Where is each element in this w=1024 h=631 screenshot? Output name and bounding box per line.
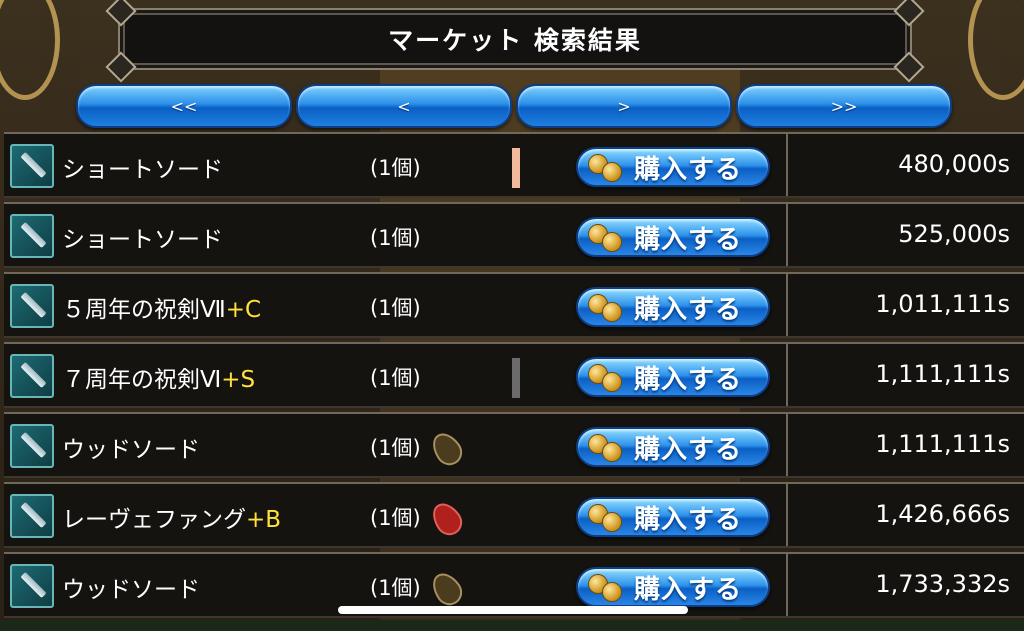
item-grade-suffix: +C [225, 297, 262, 323]
item-name: ５周年の祝剣Ⅶ+C [62, 290, 261, 324]
bottom-strip [0, 620, 1024, 631]
sword-icon [10, 494, 54, 538]
item-name: ショートソード [62, 150, 223, 184]
sword-icon [10, 424, 54, 468]
buy-button-label: 購入する [634, 154, 743, 185]
item-grade-suffix: +B [246, 507, 282, 533]
list-item[interactable]: ショートソード (1個) 購入する 525,000s [4, 202, 1024, 268]
column-divider [786, 134, 788, 196]
buy-button[interactable]: 購入する [576, 147, 770, 187]
item-quantity: (1個) [370, 436, 421, 460]
brown-seed-icon [426, 427, 468, 471]
coin-icon [588, 434, 622, 462]
column-divider [786, 274, 788, 336]
item-price: 1,011,111s [875, 290, 1010, 318]
status-marker [512, 358, 520, 398]
red-seed-icon [426, 497, 468, 541]
item-name-text: ウッドソード [62, 437, 200, 463]
buy-button[interactable]: 購入する [576, 357, 770, 397]
buy-button-label: 購入する [634, 434, 743, 465]
page-title-bar: マーケット 検索結果 [105, 0, 925, 83]
buy-button[interactable]: 購入する [576, 287, 770, 327]
coin-icon [588, 224, 622, 252]
item-name-text: ５周年の祝剣Ⅶ [62, 297, 226, 323]
page-title: マーケット 検索結果 [388, 26, 642, 55]
sword-icon [10, 284, 54, 328]
coin-icon [588, 294, 622, 322]
column-divider [786, 204, 788, 266]
first-page-button[interactable]: << [76, 84, 292, 128]
coin-icon [588, 154, 622, 182]
coin-icon [588, 364, 622, 392]
item-grade-suffix: +S [221, 367, 256, 393]
prev-page-button[interactable]: < [296, 84, 512, 128]
item-price: 480,000s [898, 150, 1010, 178]
item-quantity: (1個) [370, 156, 421, 180]
buy-button[interactable]: 購入する [576, 567, 770, 607]
buy-button-label: 購入する [634, 504, 743, 535]
list-item[interactable]: ウッドソード (1個) 購入する 1,111,111s [4, 412, 1024, 478]
column-divider [786, 484, 788, 546]
item-price: 1,111,111s [875, 360, 1010, 388]
item-name: ウッドソード [62, 570, 200, 604]
status-marker [512, 148, 520, 188]
buy-button-label: 購入する [634, 224, 743, 255]
item-name-text: ショートソード [62, 227, 223, 253]
sword-icon [10, 214, 54, 258]
item-name-text: ７周年の祝剣Ⅵ [62, 367, 222, 393]
item-price: 1,111,111s [875, 430, 1010, 458]
item-quantity: (1個) [370, 576, 421, 600]
pagination-nav: << < > >> [76, 84, 952, 128]
home-indicator[interactable] [338, 606, 688, 614]
item-quantity: (1個) [370, 226, 421, 250]
list-item[interactable]: ショートソード (1個) 購入する 480,000s [4, 132, 1024, 198]
sword-icon [10, 354, 54, 398]
item-quantity: (1個) [370, 506, 421, 530]
results-list: ショートソード (1個) 購入する 480,000s ショートソード (1個) 購入する 52… [0, 132, 1024, 622]
item-name-text: レーヴェファング [62, 507, 246, 533]
item-name: ショートソード [62, 220, 223, 254]
buy-button[interactable]: 購入する [576, 427, 770, 467]
item-price: 1,733,332s [875, 570, 1010, 598]
coin-icon [588, 574, 622, 602]
item-name: ウッドソード [62, 430, 200, 464]
coin-icon [588, 504, 622, 532]
column-divider [786, 344, 788, 406]
item-quantity: (1個) [370, 296, 421, 320]
buy-button[interactable]: 購入する [576, 497, 770, 537]
item-name-text: ショートソード [62, 157, 223, 183]
list-item[interactable]: ７周年の祝剣Ⅵ+S (1個) 購入する 1,111,111s [4, 342, 1024, 408]
item-quantity: (1個) [370, 366, 421, 390]
item-price: 525,000s [898, 220, 1010, 248]
item-name: レーヴェファング+B [62, 500, 281, 534]
next-page-button[interactable]: > [516, 84, 732, 128]
item-name-text: ウッドソード [62, 577, 200, 603]
item-price: 1,426,666s [875, 500, 1010, 528]
sword-icon [10, 144, 54, 188]
brown-seed-icon [426, 567, 468, 611]
sword-icon [10, 564, 54, 608]
buy-button-label: 購入する [634, 294, 743, 325]
list-item[interactable]: レーヴェファング+B (1個) 購入する 1,426,666s [4, 482, 1024, 548]
item-name: ７周年の祝剣Ⅵ+S [62, 360, 255, 394]
buy-button-label: 購入する [634, 364, 743, 395]
list-item[interactable]: ５周年の祝剣Ⅶ+C (1個) 購入する 1,011,111s [4, 272, 1024, 338]
buy-button[interactable]: 購入する [576, 217, 770, 257]
last-page-button[interactable]: >> [736, 84, 952, 128]
column-divider [786, 554, 788, 616]
buy-button-label: 購入する [634, 574, 743, 605]
column-divider [786, 414, 788, 476]
